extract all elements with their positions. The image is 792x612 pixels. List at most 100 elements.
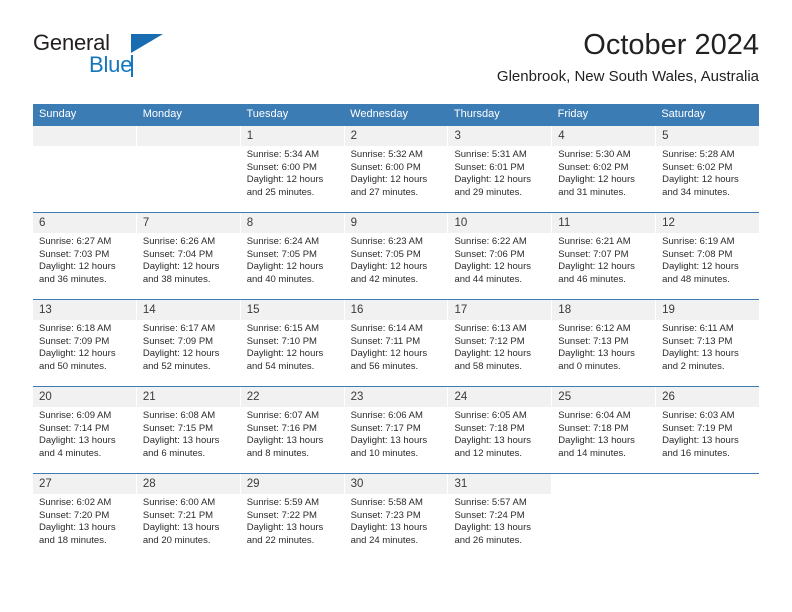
day-number: 22 xyxy=(240,387,344,407)
calendar-day-cell[interactable]: 12 Sunrise: 6:19 AM Sunset: 7:08 PM Dayligh… xyxy=(656,213,760,299)
daylight-text-line1: Daylight: 13 hours xyxy=(142,522,220,534)
calendar-day-cell[interactable]: 24 Sunrise: 6:05 AM Sunset: 7:18 PM Dayligh… xyxy=(448,387,553,473)
sunrise-text: Sunrise: 6:21 AM xyxy=(558,236,631,247)
sunset-text: Sunset: 7:20 PM xyxy=(39,509,110,521)
day-sun-info: Sunrise: 5:30 AM Sunset: 6:02 PM Daylight:… xyxy=(552,146,655,199)
calendar-day-cell[interactable]: 13 Sunrise: 6:18 AM Sunset: 7:09 PM Dayligh… xyxy=(33,300,137,386)
sunset-text: Sunset: 7:05 PM xyxy=(246,248,317,260)
sunrise-text: Sunrise: 6:26 AM xyxy=(142,236,216,247)
daylight-text-line2: and 58 minutes. xyxy=(454,360,523,372)
daylight-text-line1: Daylight: 13 hours xyxy=(558,435,635,447)
sunset-text: Sunset: 7:13 PM xyxy=(662,335,733,347)
day-sun-info: Sunrise: 6:08 AM Sunset: 7:15 PM Daylight:… xyxy=(137,407,240,460)
daylight-text-line1: Daylight: 12 hours xyxy=(558,261,635,273)
calendar-day-cell[interactable]: 17 Sunrise: 6:13 AM Sunset: 7:12 PM Dayligh… xyxy=(448,300,553,386)
daylight-text-line2: and 16 minutes. xyxy=(662,447,730,459)
sunset-text: Sunset: 7:11 PM xyxy=(350,335,421,347)
calendar-day-cell[interactable]: 9 Sunrise: 6:23 AM Sunset: 7:05 PM Daylight… xyxy=(344,213,449,299)
calendar-day-cell[interactable]: 30 Sunrise: 5:58 AM Sunset: 7:23 PM Dayligh… xyxy=(344,474,449,560)
day-number: 29 xyxy=(240,474,344,494)
calendar-day-cell[interactable]: 2 Sunrise: 5:32 AM Sunset: 6:00 PM Daylight… xyxy=(344,126,449,212)
calendar-day-cell[interactable]: 19 Sunrise: 6:11 AM Sunset: 7:13 PM Dayligh… xyxy=(656,300,760,386)
calendar-day-cell[interactable]: 18 Sunrise: 6:12 AM Sunset: 7:13 PM Dayligh… xyxy=(552,300,657,386)
day-number: 20 xyxy=(33,387,136,407)
sunrise-text: Sunrise: 6:07 AM xyxy=(246,410,320,421)
daylight-text-line1: Daylight: 12 hours xyxy=(662,261,739,273)
daylight-text-line1: Daylight: 13 hours xyxy=(558,348,635,360)
day-sun-info: Sunrise: 6:02 AM Sunset: 7:20 PM Daylight:… xyxy=(33,494,136,547)
calendar-day-cell[interactable]: 4 Sunrise: 5:30 AM Sunset: 6:02 PM Daylight… xyxy=(552,126,657,212)
sunrise-text: Sunrise: 6:05 AM xyxy=(454,410,527,421)
daylight-text-line2: and 48 minutes. xyxy=(662,273,730,285)
calendar-day-cell[interactable]: 14 Sunrise: 6:17 AM Sunset: 7:09 PM Dayligh… xyxy=(136,300,241,386)
page-subtitle: Glenbrook, New South Wales, Australia xyxy=(496,68,759,85)
daylight-text-line2: and 8 minutes. xyxy=(246,447,310,459)
sunrise-text: Sunrise: 5:28 AM xyxy=(662,149,735,160)
sunset-text: Sunset: 6:00 PM xyxy=(246,161,317,173)
day-number: 13 xyxy=(33,300,136,320)
calendar-day-cell[interactable]: 7 Sunrise: 6:26 AM Sunset: 7:04 PM Daylight… xyxy=(136,213,241,299)
day-sun-info: Sunrise: 6:00 AM Sunset: 7:21 PM Daylight:… xyxy=(137,494,240,547)
calendar-day-cell[interactable]: 11 Sunrise: 6:21 AM Sunset: 7:07 PM Dayligh… xyxy=(552,213,657,299)
calendar-day-cell[interactable]: 10 Sunrise: 6:22 AM Sunset: 7:06 PM Dayligh… xyxy=(448,213,553,299)
day-number: 7 xyxy=(136,213,240,233)
calendar-day-cell-empty xyxy=(656,474,760,560)
logo-text-blue: Blue xyxy=(89,52,133,77)
sunrise-text: Sunrise: 6:03 AM xyxy=(662,410,735,421)
calendar-day-cell-empty xyxy=(33,126,137,212)
calendar-day-cell[interactable]: 3 Sunrise: 5:31 AM Sunset: 6:01 PM Daylight… xyxy=(448,126,553,212)
day-number xyxy=(552,474,656,494)
generalblue-logo[interactable]: General Blue xyxy=(33,30,213,88)
calendar-week-row: 6 Sunrise: 6:27 AM Sunset: 7:03 PM Daylight… xyxy=(33,212,760,299)
weekday-header-monday: Monday xyxy=(142,108,182,120)
daylight-text-line2: and 10 minutes. xyxy=(350,447,419,459)
day-number: 26 xyxy=(656,387,760,407)
calendar-day-cell[interactable]: 25 Sunrise: 6:04 AM Sunset: 7:18 PM Dayligh… xyxy=(552,387,657,473)
sunset-text: Sunset: 7:06 PM xyxy=(454,248,525,260)
calendar-day-cell[interactable]: 5 Sunrise: 5:28 AM Sunset: 6:02 PM Daylight… xyxy=(656,126,760,212)
daylight-text-line1: Daylight: 13 hours xyxy=(246,435,324,447)
sunrise-text: Sunrise: 6:27 AM xyxy=(39,236,112,247)
calendar-day-cell[interactable]: 28 Sunrise: 6:00 AM Sunset: 7:21 PM Dayligh… xyxy=(136,474,241,560)
daylight-text-line1: Daylight: 13 hours xyxy=(350,522,428,534)
calendar-day-cell[interactable]: 22 Sunrise: 6:07 AM Sunset: 7:16 PM Dayligh… xyxy=(240,387,345,473)
daylight-text-line1: Daylight: 12 hours xyxy=(142,261,220,273)
daylight-text-line1: Daylight: 13 hours xyxy=(246,522,324,534)
title-block: October 2024 Glenbrook, New South Wales,… xyxy=(497,28,759,88)
day-number: 10 xyxy=(448,213,552,233)
sunset-text: Sunset: 6:02 PM xyxy=(558,161,629,173)
sunset-text: Sunset: 7:18 PM xyxy=(558,422,629,434)
day-number: 16 xyxy=(344,300,448,320)
calendar-day-cell[interactable]: 20 Sunrise: 6:09 AM Sunset: 7:14 PM Dayligh… xyxy=(33,387,137,473)
calendar-day-cell[interactable]: 31 Sunrise: 5:57 AM Sunset: 7:24 PM Dayligh… xyxy=(448,474,553,560)
day-number: 21 xyxy=(136,387,240,407)
sunrise-text: Sunrise: 6:08 AM xyxy=(142,410,216,421)
sunrise-text: Sunrise: 6:15 AM xyxy=(246,323,320,334)
day-number: 5 xyxy=(656,126,760,146)
triangle-icon xyxy=(131,34,163,53)
day-sun-info: Sunrise: 6:17 AM Sunset: 7:09 PM Daylight:… xyxy=(137,320,240,373)
calendar-weeks: 1 Sunrise: 5:34 AM Sunset: 6:00 PM Daylight… xyxy=(33,126,760,560)
calendar-day-cell[interactable]: 1 Sunrise: 5:34 AM Sunset: 6:00 PM Daylight… xyxy=(240,126,345,212)
daylight-text-line1: Daylight: 13 hours xyxy=(39,435,116,447)
day-sun-info: Sunrise: 6:21 AM Sunset: 7:07 PM Daylight:… xyxy=(552,233,655,286)
calendar-day-cell[interactable]: 21 Sunrise: 6:08 AM Sunset: 7:15 PM Dayligh… xyxy=(136,387,241,473)
calendar-day-cell[interactable]: 8 Sunrise: 6:24 AM Sunset: 7:05 PM Daylight… xyxy=(240,213,345,299)
sunrise-text: Sunrise: 6:06 AM xyxy=(350,410,423,421)
calendar-day-cell[interactable]: 6 Sunrise: 6:27 AM Sunset: 7:03 PM Daylight… xyxy=(33,213,137,299)
calendar-day-cell[interactable]: 27 Sunrise: 6:02 AM Sunset: 7:20 PM Dayligh… xyxy=(33,474,137,560)
day-number: 31 xyxy=(448,474,552,494)
calendar-day-cell[interactable]: 23 Sunrise: 6:06 AM Sunset: 7:17 PM Dayligh… xyxy=(344,387,449,473)
sunrise-text: Sunrise: 6:22 AM xyxy=(454,236,527,247)
calendar-day-cell[interactable]: 15 Sunrise: 6:15 AM Sunset: 7:10 PM Dayligh… xyxy=(240,300,345,386)
sunset-text: Sunset: 7:21 PM xyxy=(142,509,214,521)
sunset-text: Sunset: 7:16 PM xyxy=(246,422,317,434)
calendar-day-cell[interactable]: 16 Sunrise: 6:14 AM Sunset: 7:11 PM Dayligh… xyxy=(344,300,449,386)
calendar-day-cell[interactable]: 29 Sunrise: 5:59 AM Sunset: 7:22 PM Dayligh… xyxy=(240,474,345,560)
day-number: 12 xyxy=(656,213,760,233)
day-sun-info: Sunrise: 5:58 AM Sunset: 7:23 PM Daylight:… xyxy=(345,494,448,547)
calendar-day-cell[interactable]: 26 Sunrise: 6:03 AM Sunset: 7:19 PM Dayligh… xyxy=(656,387,760,473)
weekday-header-thursday: Thursday xyxy=(453,108,500,120)
sunrise-text: Sunrise: 5:32 AM xyxy=(350,149,423,160)
day-sun-info: Sunrise: 6:04 AM Sunset: 7:18 PM Daylight:… xyxy=(552,407,655,460)
